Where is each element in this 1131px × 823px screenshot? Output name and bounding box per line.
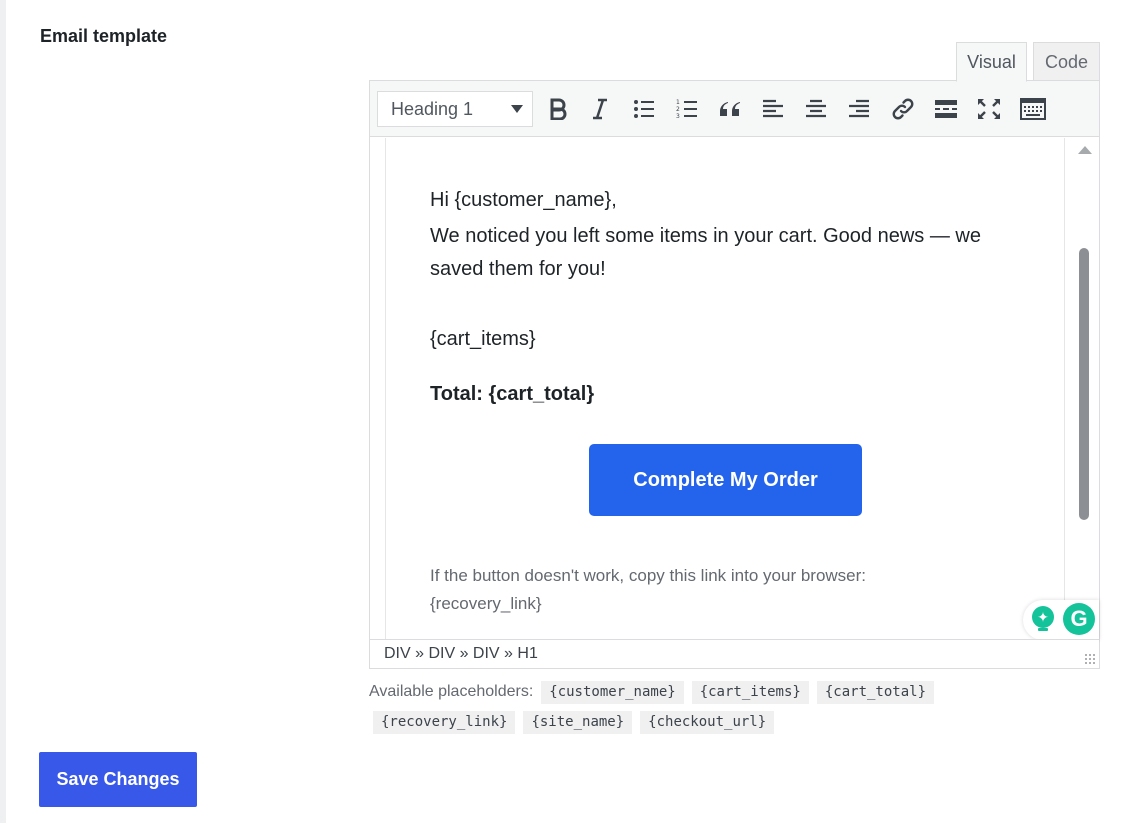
scroll-up-arrow-icon[interactable] bbox=[1078, 146, 1092, 154]
toolbar-toggle-button[interactable] bbox=[1017, 93, 1049, 125]
align-right-button[interactable] bbox=[843, 93, 875, 125]
placeholder-chip: {cart_total} bbox=[816, 681, 935, 704]
read-more-button[interactable] bbox=[930, 93, 962, 125]
bullet-list-icon bbox=[634, 100, 654, 118]
placeholder-chip: {recovery_link} bbox=[373, 711, 516, 734]
read-more-icon bbox=[935, 100, 957, 118]
cart-items-placeholder: {cart_items} bbox=[430, 328, 536, 350]
bold-icon bbox=[550, 98, 567, 120]
editor-content[interactable]: Hi {customer_name}, We noticed you left … bbox=[385, 138, 1065, 639]
placeholder-chip: {customer_name} bbox=[541, 681, 684, 704]
numbered-list-icon: 1 2 3 bbox=[676, 99, 697, 120]
cart-total-text: Total: {cart_total} bbox=[430, 383, 595, 405]
element-path[interactable]: DIV » DIV » DIV » H1 bbox=[384, 645, 538, 663]
fallback-note: If the button doesn't work, copy this li… bbox=[430, 562, 990, 618]
fullscreen-button[interactable] bbox=[973, 93, 1005, 125]
align-center-button[interactable] bbox=[800, 93, 832, 125]
placeholders-label: Available placeholders: bbox=[369, 683, 534, 700]
placeholder-chip: {cart_items} bbox=[691, 681, 809, 704]
italic-button[interactable] bbox=[584, 93, 616, 125]
resize-handle-icon[interactable] bbox=[1084, 653, 1096, 665]
blockquote-icon bbox=[720, 102, 740, 116]
placeholder-chip: {checkout_url} bbox=[640, 711, 775, 734]
align-right-icon bbox=[849, 99, 869, 118]
grammarly-lightbulb-base bbox=[1038, 628, 1048, 631]
recovery-link-placeholder: {recovery_link} bbox=[430, 594, 542, 613]
grammarly-lightbulb-icon[interactable]: ✦ bbox=[1032, 606, 1054, 628]
tab-visual[interactable]: Visual bbox=[956, 42, 1027, 82]
svg-text:2: 2 bbox=[676, 106, 680, 113]
italic-icon bbox=[593, 98, 607, 120]
save-changes-button[interactable]: Save Changes bbox=[39, 752, 197, 807]
field-label: Email template bbox=[40, 26, 168, 46]
admin-edge-strip bbox=[0, 0, 6, 823]
bold-button[interactable] bbox=[542, 93, 574, 125]
scrollbar-thumb[interactable] bbox=[1079, 248, 1089, 520]
rich-text-editor: Heading 1 1 2 3 Hi {customer_name}, We n… bbox=[369, 80, 1100, 669]
greeting-text: Hi {customer_name}, bbox=[430, 189, 617, 211]
numbered-list-button[interactable]: 1 2 3 bbox=[671, 93, 703, 125]
fullscreen-icon bbox=[978, 99, 1000, 119]
editor-toolbar: Heading 1 1 2 3 bbox=[370, 81, 1099, 137]
align-left-icon bbox=[763, 99, 783, 118]
link-icon bbox=[892, 98, 914, 120]
body-text: We noticed you left some items in your c… bbox=[430, 225, 981, 280]
format-select-value: Heading 1 bbox=[391, 98, 474, 119]
link-button[interactable] bbox=[887, 93, 919, 125]
placeholder-list: Available placeholders: {customer_name} {c… bbox=[369, 678, 1019, 738]
grammarly-widget: ✦ G bbox=[1023, 600, 1099, 640]
align-left-button[interactable] bbox=[757, 93, 789, 125]
blockquote-button[interactable] bbox=[714, 93, 746, 125]
svg-text:1: 1 bbox=[676, 99, 680, 106]
align-center-icon bbox=[806, 99, 826, 118]
fallback-note-line1: If the button doesn't work, copy this li… bbox=[430, 566, 867, 585]
svg-text:3: 3 bbox=[676, 113, 680, 120]
caret-down-icon bbox=[511, 105, 523, 113]
placeholder-chip: {site_name} bbox=[523, 711, 633, 734]
format-select[interactable]: Heading 1 bbox=[377, 91, 533, 127]
toolbar-toggle-icon bbox=[1020, 98, 1046, 120]
tab-code[interactable]: Code bbox=[1033, 42, 1100, 82]
editor-scrollbar[interactable] bbox=[1066, 138, 1099, 639]
grammarly-logo-icon[interactable]: G bbox=[1063, 603, 1095, 635]
bullet-list-button[interactable] bbox=[628, 93, 660, 125]
complete-order-button[interactable]: Complete My Order bbox=[589, 444, 862, 516]
editor-statusbar: DIV » DIV » DIV » H1 bbox=[370, 639, 1099, 668]
